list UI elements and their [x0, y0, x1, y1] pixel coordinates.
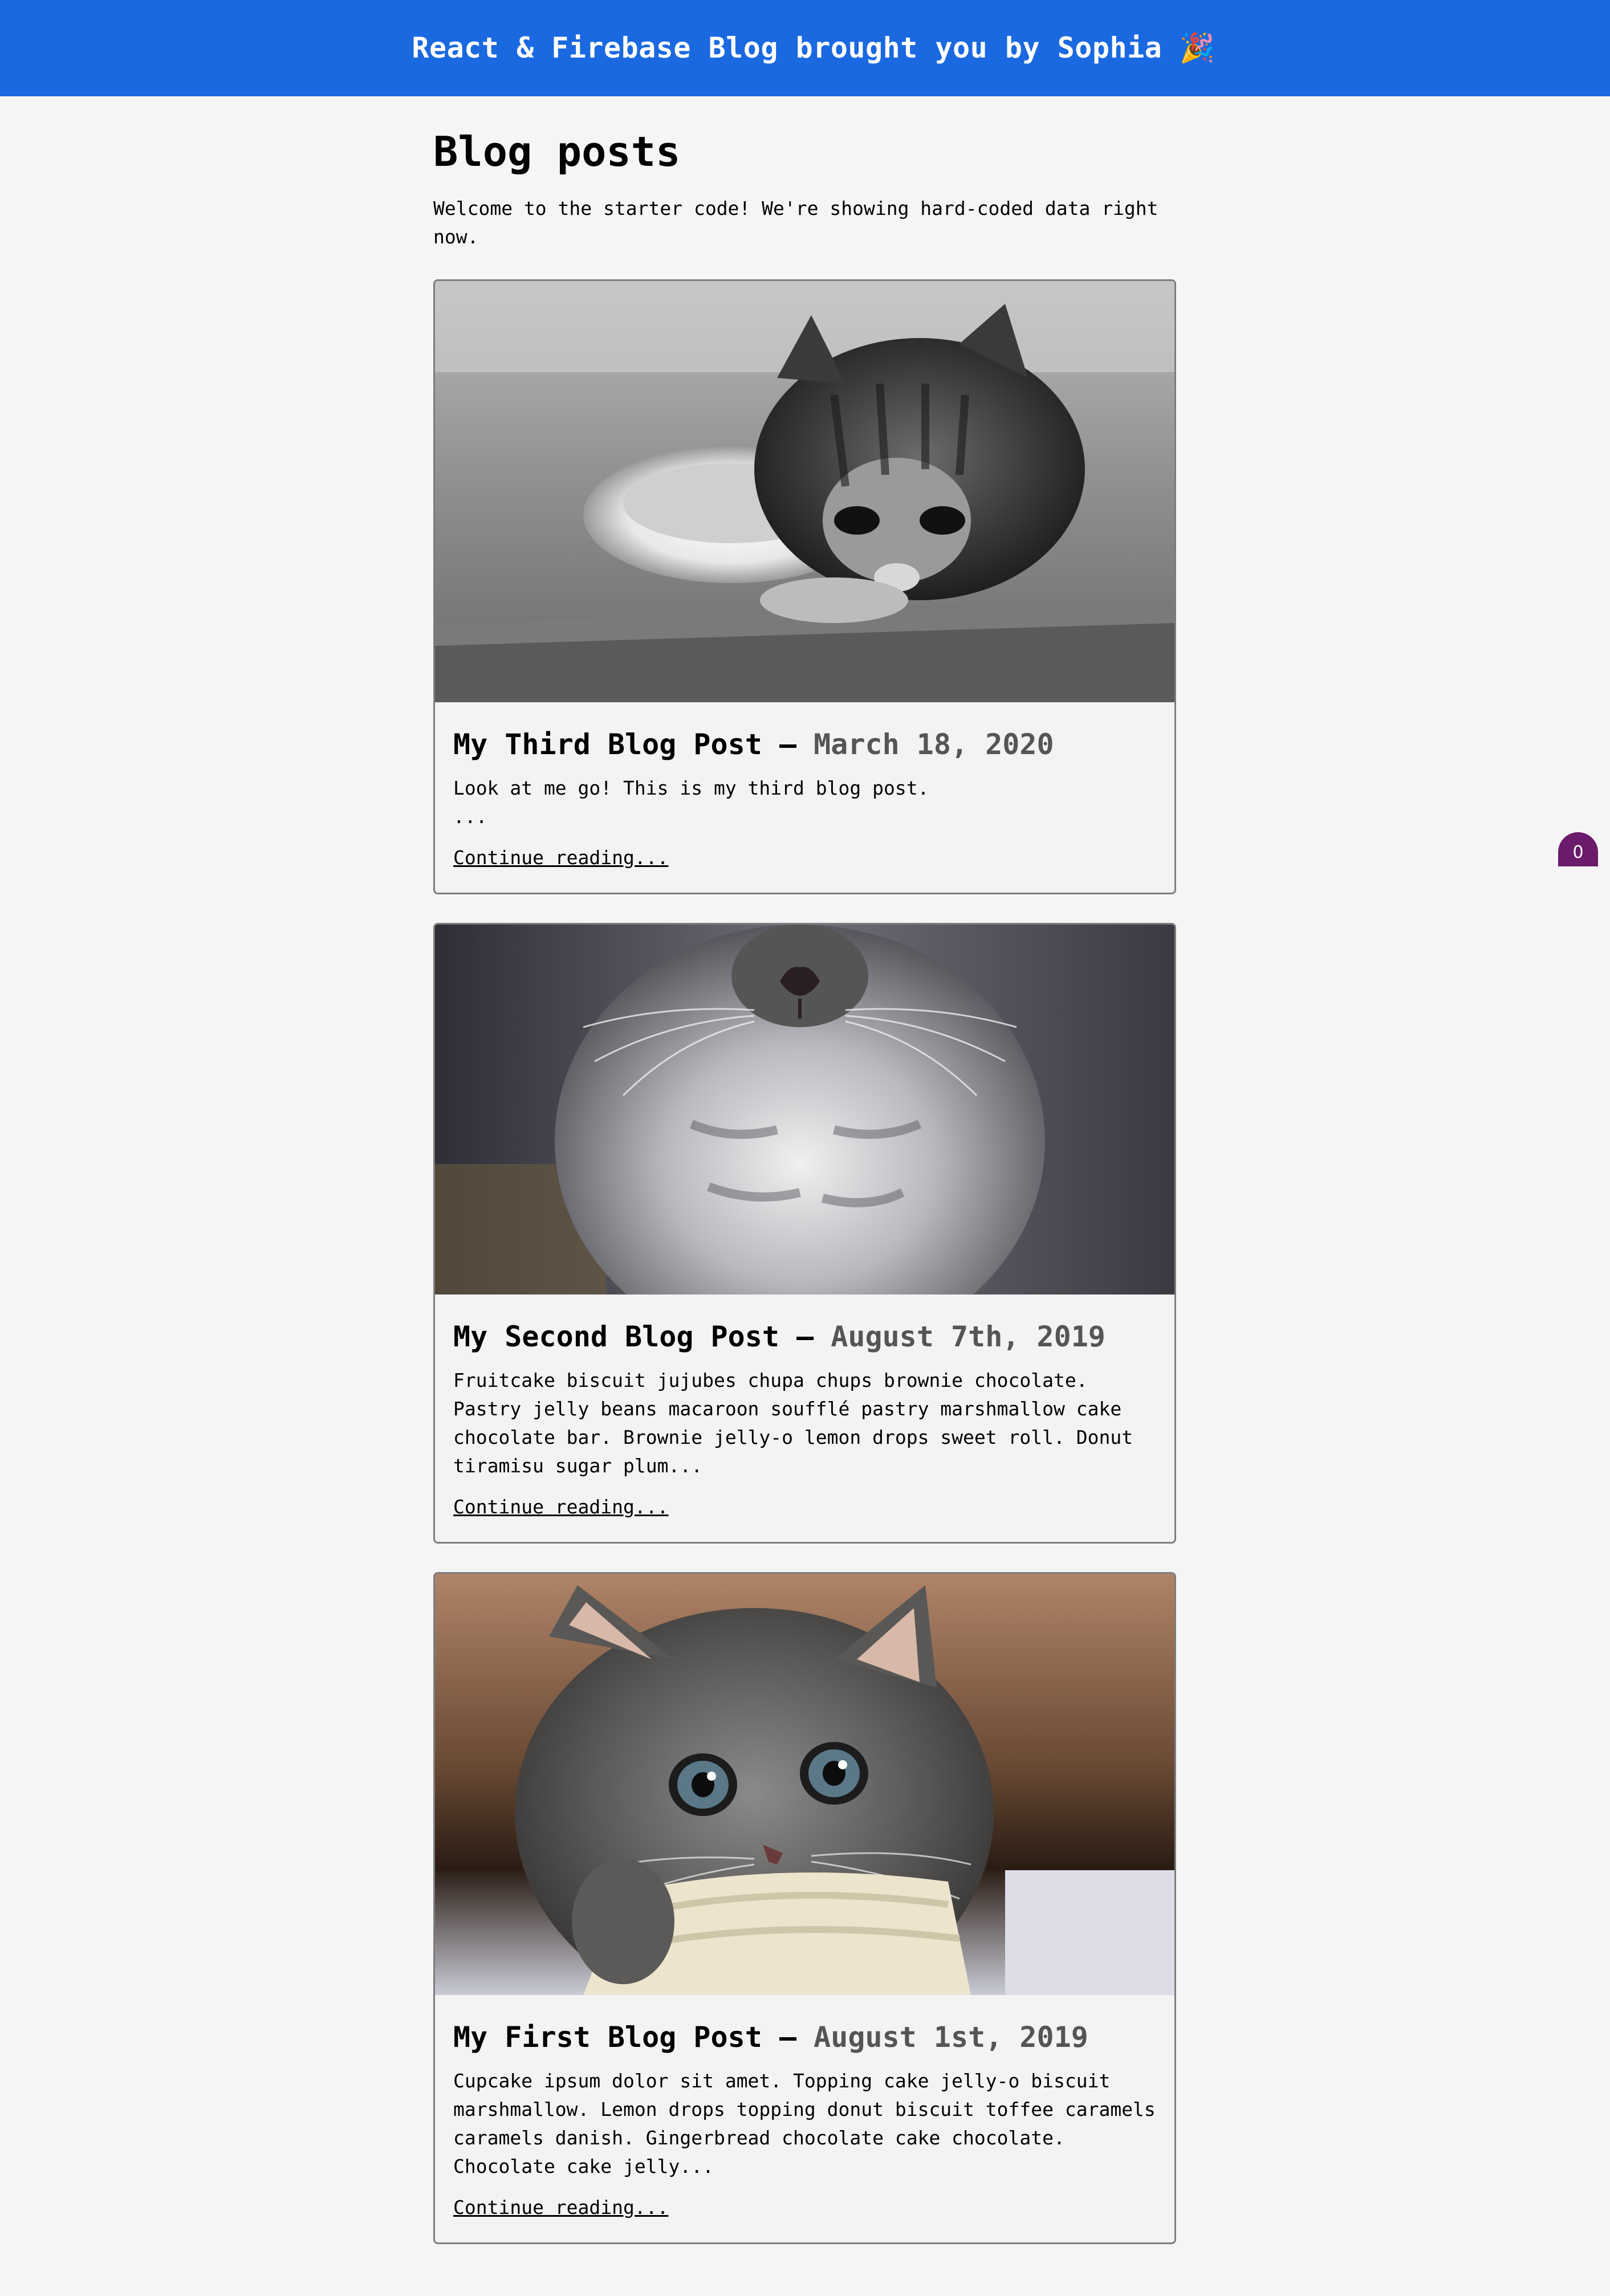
post-heading[interactable]: My Third Blog Post — March 18, 2020 — [453, 727, 1156, 762]
post-date: August 7th, 2019 — [831, 1320, 1105, 1354]
post-date: March 18, 2020 — [814, 728, 1054, 762]
blog-post-card: My Third Blog Post — March 18, 2020 Look… — [433, 279, 1176, 895]
top-header: React & Firebase Blog brought you by Sop… — [0, 0, 1610, 96]
page-title: Blog posts — [433, 128, 681, 176]
post-title[interactable]: My Second Blog Post — [453, 1320, 779, 1353]
post-excerpt-ellipsis: ... — [453, 805, 487, 828]
post-body: My Third Blog Post — March 18, 2020 Look… — [435, 702, 1174, 893]
post-title[interactable]: My Third Blog Post — [453, 728, 762, 761]
post-date: August 1st, 2019 — [814, 2021, 1088, 2054]
post-separator: — — [762, 728, 814, 762]
post-heading[interactable]: My Second Blog Post — August 7th, 2019 — [453, 1320, 1156, 1354]
post-image[interactable] — [435, 1574, 1174, 1996]
kitten-photo-color-icon — [435, 1574, 1174, 1996]
continue-reading-link[interactable]: Continue reading... — [453, 2193, 669, 2222]
notification-badge[interactable]: 0 — [1558, 832, 1598, 866]
continue-reading-link[interactable]: Continue reading... — [453, 1493, 669, 1521]
kitten-photo-closeup-icon — [435, 925, 1174, 1295]
main-content: Blog posts Welcome to the starter code! … — [433, 96, 1176, 2273]
post-body: My Second Blog Post — August 7th, 2019 F… — [435, 1294, 1174, 1542]
blog-post-card: My Second Blog Post — August 7th, 2019 F… — [433, 923, 1176, 1544]
blog-post-card: My First Blog Post — August 1st, 2019 Cu… — [433, 1572, 1176, 2245]
site-title: React & Firebase Blog brought you by Sop… — [412, 31, 1215, 64]
intro-text: Welcome to the starter code! We're showi… — [433, 197, 1158, 249]
continue-reading-link[interactable]: Continue reading... — [453, 844, 669, 872]
post-body: My First Blog Post — August 1st, 2019 Cu… — [435, 1995, 1174, 2242]
post-heading[interactable]: My First Blog Post — August 1st, 2019 — [453, 2020, 1156, 2054]
post-separator: — — [762, 2021, 814, 2054]
kitten-photo-bw-icon — [435, 281, 1174, 703]
post-excerpt: Cupcake ipsum dolor sit amet. Topping ca… — [453, 2070, 1156, 2178]
post-excerpt: Fruitcake biscuit jujubes chupa chups br… — [453, 1369, 1133, 1477]
post-image[interactable] — [435, 281, 1174, 703]
post-separator: — — [779, 1320, 831, 1354]
post-title[interactable]: My First Blog Post — [453, 2021, 762, 2054]
post-excerpt-line: Look at me go! This is my third blog pos… — [453, 777, 929, 800]
post-excerpt: Look at me go! This is my third blog pos… — [453, 774, 1156, 831]
post-image[interactable] — [435, 925, 1174, 1295]
